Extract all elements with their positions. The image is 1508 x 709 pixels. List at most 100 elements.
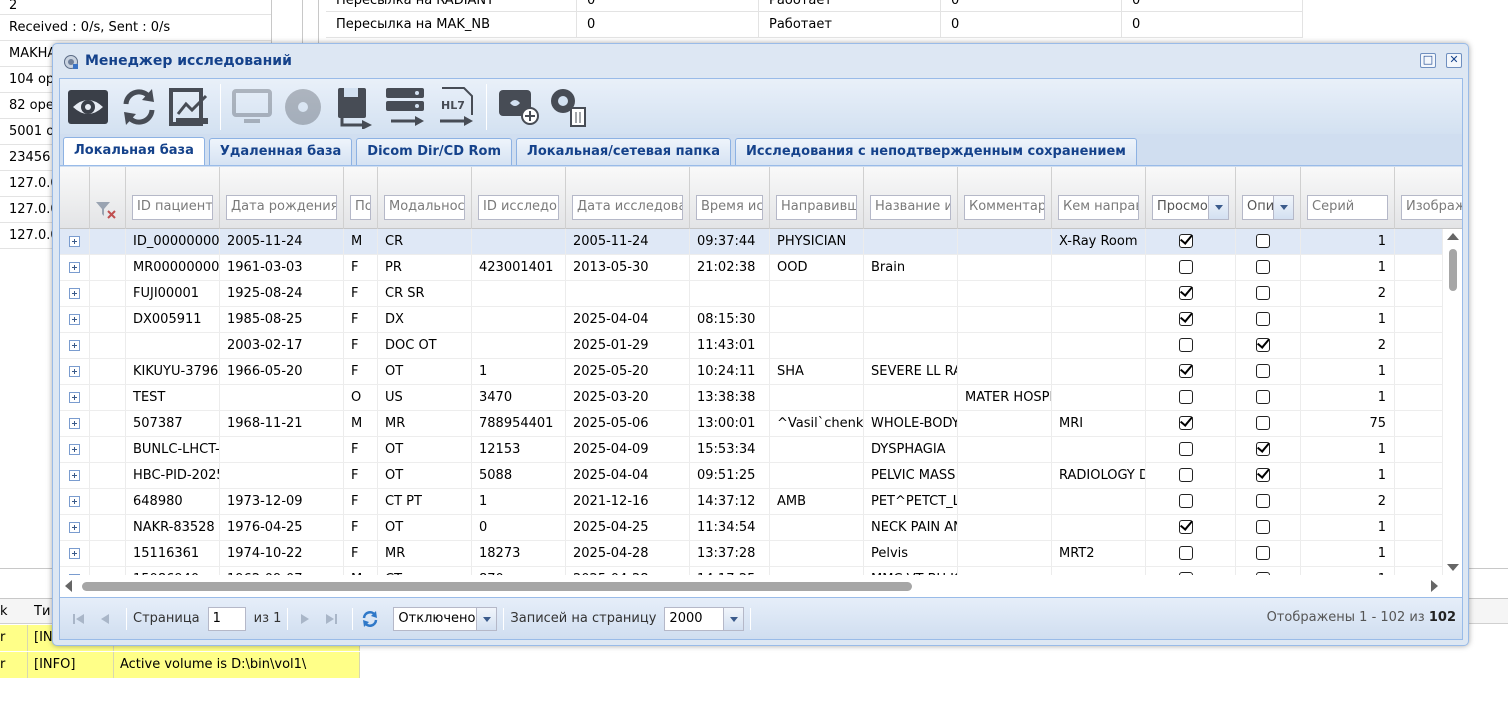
described-checkbox[interactable]	[1256, 442, 1270, 456]
filter-study-time[interactable]: Время исс	[696, 195, 763, 220]
described-checkbox[interactable]	[1256, 312, 1270, 326]
viewed-checkbox[interactable]	[1179, 312, 1193, 326]
described-checkbox[interactable]	[1256, 468, 1270, 482]
last-page-button[interactable]	[320, 608, 342, 630]
expand-plus-icon[interactable]	[69, 262, 80, 273]
view-study-button[interactable]	[64, 83, 112, 131]
viewed-checkbox[interactable]	[1179, 442, 1193, 456]
expand-plus-icon[interactable]	[69, 366, 80, 377]
tab-dicomdir-cd[interactable]: Dicom Dir/CD Rom	[356, 138, 513, 165]
filter-birth-date[interactable]: Дата рождения	[226, 195, 337, 220]
viewed-checkbox[interactable]	[1179, 468, 1193, 482]
prev-page-button[interactable]	[94, 608, 116, 630]
vertical-scrollbar[interactable]	[1444, 229, 1462, 575]
scroll-thumb[interactable]	[1449, 249, 1457, 291]
cd-burn-button[interactable]	[279, 83, 327, 131]
described-checkbox[interactable]	[1256, 286, 1270, 300]
described-checkbox[interactable]	[1256, 546, 1270, 560]
table-row[interactable]: BUNLC-LHCT-1 F OT 12153 2025-04-09 15:53:34 DY…	[60, 437, 1443, 463]
described-checkbox[interactable]	[1256, 234, 1270, 248]
expand-plus-icon[interactable]	[69, 444, 80, 455]
scroll-thumb[interactable]	[82, 582, 912, 591]
add-report-button[interactable]	[494, 83, 542, 131]
viewed-checkbox[interactable]	[1179, 494, 1193, 508]
described-checkbox[interactable]	[1256, 390, 1270, 404]
expand-plus-icon[interactable]	[69, 288, 80, 299]
tab-local-network-folder[interactable]: Локальная/сетевая папка	[516, 138, 732, 165]
chevron-down-icon[interactable]	[1273, 196, 1293, 219]
filter-viewed-select[interactable]: Просмо	[1152, 195, 1229, 220]
monitor-button[interactable]	[228, 83, 276, 131]
table-row[interactable]: HBC-PID-2025 F OT 5088 2025-04-04 09:51:25 PEL…	[60, 463, 1443, 489]
chevron-down-icon[interactable]	[723, 607, 744, 630]
chevron-down-icon[interactable]	[1208, 196, 1228, 219]
clear-filter-icon[interactable]	[95, 201, 117, 219]
scroll-left-icon[interactable]	[65, 580, 72, 592]
viewed-checkbox[interactable]	[1179, 546, 1193, 560]
table-row[interactable]: MR00000000 1961-03-03 F PR 423001401 2013-05-…	[60, 255, 1443, 281]
described-checkbox[interactable]	[1256, 260, 1270, 274]
filter-described-select[interactable]: Опи	[1242, 195, 1294, 220]
reload-button[interactable]	[359, 608, 381, 630]
table-row[interactable]: DX005911 1985-08-25 F DX 2025-04-04 08:15:30 1	[60, 307, 1443, 333]
viewed-checkbox[interactable]	[1179, 260, 1193, 274]
scroll-up-icon[interactable]	[1447, 233, 1459, 240]
page-number-input[interactable]: 1	[207, 606, 246, 631]
filter-study-id[interactable]: ID исследов	[478, 195, 559, 220]
viewed-checkbox[interactable]	[1179, 286, 1193, 300]
described-checkbox[interactable]	[1256, 364, 1270, 378]
delete-report-button[interactable]	[545, 83, 593, 131]
viewed-checkbox[interactable]	[1179, 338, 1193, 352]
report-button[interactable]	[166, 83, 214, 131]
scroll-right-icon[interactable]	[1431, 580, 1438, 592]
filter-patient-id[interactable]: ID пациента	[132, 195, 213, 220]
horizontal-scrollbar[interactable]	[60, 575, 1462, 597]
per-page-select[interactable]: 2000	[664, 606, 745, 631]
table-row[interactable]: 15116361 1974-10-22 F MR 18273 2025-04-28 13:3…	[60, 541, 1443, 567]
filter-description[interactable]: Название и	[870, 195, 951, 220]
tab-unconfirmed-storage[interactable]: Исследования с неподтвержденным сохранен…	[735, 138, 1137, 165]
table-row[interactable]: TEST O US 3470 2025-03-20 13:38:38 MATER HOSPI…	[60, 385, 1443, 411]
table-row[interactable]: FUJI00001 1925-08-24 F CR SR 2	[60, 281, 1443, 307]
first-page-button[interactable]	[68, 608, 90, 630]
table-row[interactable]: KIKUYU-37968 1966-05-20 F OT 1 2025-05-20 10:2…	[60, 359, 1443, 385]
viewed-checkbox[interactable]	[1179, 416, 1193, 430]
described-checkbox[interactable]	[1256, 494, 1270, 508]
filter-comment[interactable]: Комментарий	[964, 195, 1045, 220]
tab-remote-database[interactable]: Удаленная база	[208, 138, 353, 165]
save-export-button[interactable]	[330, 83, 378, 131]
viewed-checkbox[interactable]	[1179, 520, 1193, 534]
table-row[interactable]: 648980 1973-12-09 F CT PT 1 2021-12-16 14:37:1…	[60, 489, 1443, 515]
expand-plus-icon[interactable]	[69, 236, 80, 247]
viewed-checkbox[interactable]	[1179, 234, 1193, 248]
expand-plus-icon[interactable]	[69, 470, 80, 481]
expand-plus-icon[interactable]	[69, 522, 80, 533]
auto-refresh-select[interactable]: Отключено	[393, 606, 498, 631]
scroll-down-icon[interactable]	[1447, 564, 1459, 571]
close-button[interactable]: ✕	[1446, 53, 1462, 68]
table-row[interactable]: 507387 1968-11-21 M MR 788954401 2025-05-06 13…	[60, 411, 1443, 437]
tab-local-database[interactable]: Локальная база	[63, 137, 205, 165]
maximize-button[interactable]: □	[1420, 53, 1436, 68]
filter-referrer[interactable]: Направивш	[776, 195, 857, 220]
hl7-export-button[interactable]: HL7	[432, 83, 480, 131]
expand-plus-icon[interactable]	[69, 392, 80, 403]
expand-plus-icon[interactable]	[69, 418, 80, 429]
expand-plus-icon[interactable]	[69, 496, 80, 507]
dialog-titlebar[interactable]: Менеджер исследований	[53, 44, 1468, 78]
described-checkbox[interactable]	[1256, 338, 1270, 352]
expand-plus-icon[interactable]	[69, 340, 80, 351]
filter-study-date[interactable]: Дата исследования	[572, 195, 683, 220]
table-row[interactable]: ID_00000000 2005-11-24 M CR 2005-11-24 09:37:…	[60, 229, 1443, 255]
described-checkbox[interactable]	[1256, 520, 1270, 534]
send-to-node-button[interactable]	[381, 83, 429, 131]
refresh-button[interactable]	[115, 83, 163, 131]
expand-plus-icon[interactable]	[69, 548, 80, 559]
table-row[interactable]: 2003-02-17 F DOC OT 2025-01-29 11:43:01 2	[60, 333, 1443, 359]
chevron-down-icon[interactable]	[476, 607, 497, 630]
filter-images[interactable]: Изображ	[1401, 195, 1462, 220]
described-checkbox[interactable]	[1256, 416, 1270, 430]
expand-plus-icon[interactable]	[69, 314, 80, 325]
viewed-checkbox[interactable]	[1179, 364, 1193, 378]
table-row[interactable]: NAKR-83528 1976-04-25 F OT 0 2025-04-25 11:34:…	[60, 515, 1443, 541]
